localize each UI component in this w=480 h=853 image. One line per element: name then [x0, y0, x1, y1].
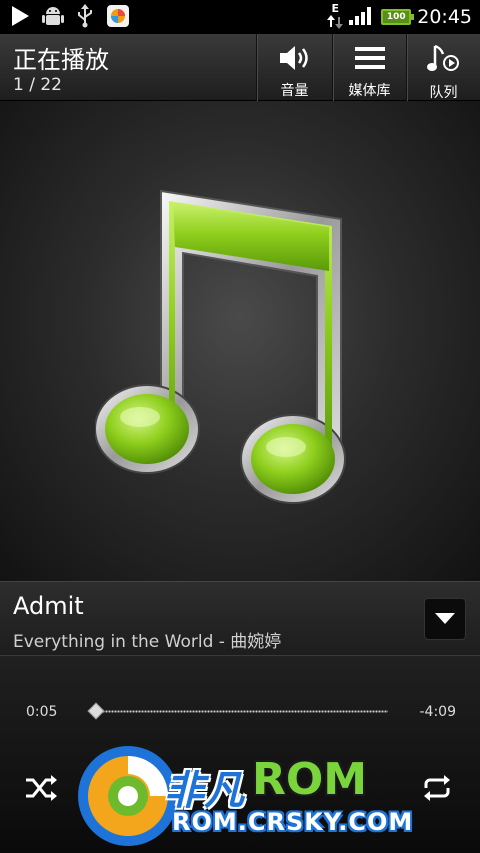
queue-label: 队列 [429, 85, 458, 101]
music-note-icon [95, 189, 346, 504]
repeat-icon [420, 775, 454, 806]
shuffle-icon [24, 775, 58, 806]
track-position: 1 / 22 [13, 75, 62, 95]
seek-bar[interactable] [90, 710, 388, 713]
library-button[interactable]: 媒体库 [332, 34, 406, 101]
speaker-icon [278, 34, 312, 76]
remaining-time: -4:09 [419, 704, 457, 720]
album-artist: Everything in the World - 曲婉婷 [13, 632, 282, 652]
library-label: 媒体库 [348, 83, 391, 99]
album-art[interactable] [0, 101, 480, 581]
clock: 20:45 [417, 6, 472, 28]
data-transfer-icon: E [327, 2, 344, 31]
volume-label: 音量 [280, 83, 309, 99]
page-title: 正在播放 [13, 46, 109, 74]
battery-level: 100 [386, 12, 406, 22]
repeat-button[interactable] [420, 774, 454, 806]
volume-button[interactable]: 音量 [256, 34, 332, 101]
watermark-brand-en: ROM [252, 754, 368, 805]
chevron-down-icon [435, 610, 455, 629]
now-playing-header: 正在播放 1 / 22 音量 媒体库 队列 [0, 34, 480, 101]
status-bar: E 100 20:45 [0, 0, 480, 34]
network-type: E [331, 2, 339, 15]
signal-icon [349, 4, 375, 30]
seek-handle[interactable] [87, 702, 105, 720]
queue-note-icon [426, 34, 461, 78]
elapsed-time: 0:05 [26, 704, 58, 720]
menu-list-icon [354, 34, 386, 76]
track-info-bar: Admit Everything in the World - 曲婉婷 [0, 581, 480, 656]
notification-icons [10, 4, 130, 32]
play-icon [10, 5, 30, 31]
shuffle-button[interactable] [24, 774, 58, 806]
queue-button[interactable]: 队列 [406, 34, 480, 101]
system-indicators: E 100 20:45 [327, 2, 472, 32]
track-title: Admit [13, 592, 84, 620]
watermark-url: ROM.CRSKY.COM [172, 808, 414, 836]
android-debug-icon [42, 4, 64, 32]
photo-app-icon [106, 4, 130, 32]
watermark: 非凡 ROM ROM.CRSKY.COM [70, 740, 415, 850]
usb-icon [76, 4, 94, 32]
battery-icon: 100 [381, 9, 415, 25]
expand-button[interactable] [424, 598, 466, 640]
